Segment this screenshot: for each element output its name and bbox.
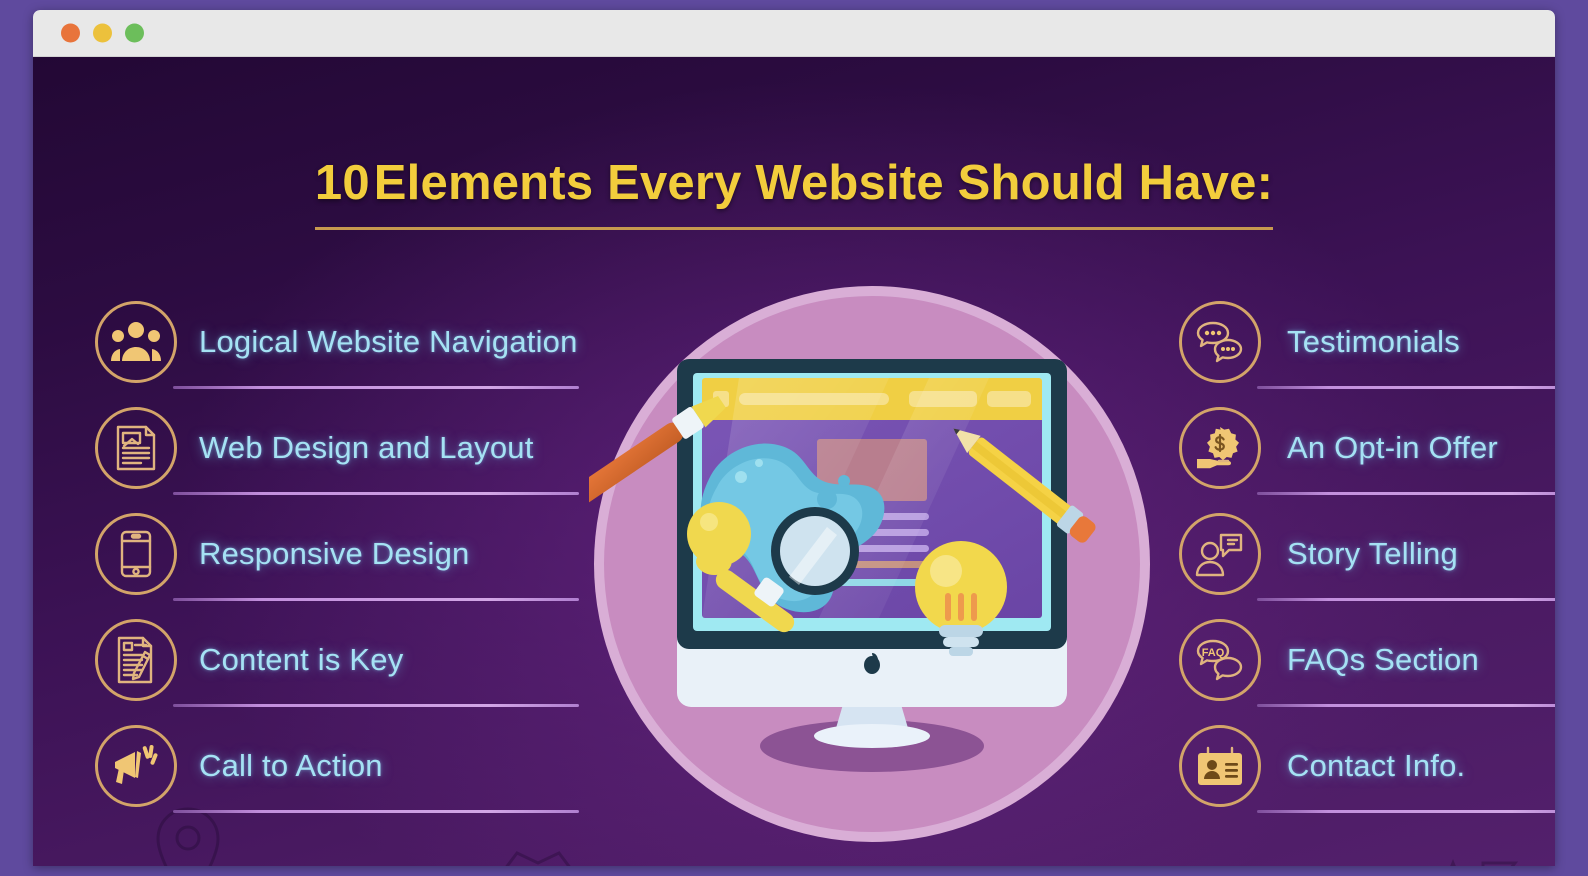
page-title: 10Elements Every Website Should Have: bbox=[33, 155, 1555, 230]
contact-card-icon bbox=[1179, 725, 1261, 807]
list-item[interactable]: Web Design and Layout bbox=[95, 395, 579, 501]
shapes-icon bbox=[1433, 857, 1529, 866]
screenshot-root: 10Elements Every Website Should Have: Lo… bbox=[0, 0, 1588, 876]
list-item[interactable]: Responsive Design bbox=[95, 501, 579, 607]
bulb-base-3 bbox=[949, 647, 973, 656]
heading-text: 10Elements Every Website Should Have: bbox=[314, 155, 1274, 230]
list-item[interactable]: Story Telling bbox=[1179, 501, 1555, 607]
list-item[interactable]: FAQ FAQs Section bbox=[1179, 607, 1555, 713]
right-item-list: Testimonials An Opt-in Offer Story Telli… bbox=[1179, 289, 1555, 819]
list-item[interactable]: Call to Action bbox=[95, 713, 579, 819]
list-item-label: Content is Key bbox=[199, 642, 404, 677]
list-item-label: Contact Info. bbox=[1287, 748, 1466, 783]
shirt-icon bbox=[503, 847, 573, 866]
window-titlebar bbox=[33, 10, 1555, 57]
bulb-base-1 bbox=[939, 625, 983, 637]
item-divider bbox=[1257, 492, 1555, 495]
list-item[interactable]: Content is Key bbox=[95, 607, 579, 713]
list-item-label: Call to Action bbox=[199, 748, 383, 783]
item-divider bbox=[1257, 598, 1555, 601]
item-divider bbox=[1257, 704, 1555, 707]
item-divider bbox=[173, 810, 579, 813]
faq-bubbles-icon: FAQ bbox=[1179, 619, 1261, 701]
list-item[interactable]: An Opt-in Offer bbox=[1179, 395, 1555, 501]
close-button[interactable] bbox=[61, 23, 80, 43]
monitor-base bbox=[814, 724, 930, 748]
list-item[interactable]: Logical Website Navigation bbox=[95, 289, 579, 395]
list-item-label: Story Telling bbox=[1287, 536, 1458, 571]
heading-number: 10 bbox=[314, 156, 370, 210]
faq-glyph: FAQ bbox=[1202, 647, 1225, 659]
splash-drop-1 bbox=[817, 489, 837, 509]
bulb-base-2 bbox=[943, 637, 979, 647]
bulb-glare bbox=[930, 555, 962, 587]
list-item-label: An Opt-in Offer bbox=[1287, 430, 1498, 465]
people-group-icon bbox=[95, 301, 177, 383]
item-divider bbox=[1257, 810, 1555, 813]
megaphone-icon bbox=[95, 725, 177, 807]
maximize-button[interactable] bbox=[125, 23, 144, 43]
document-pen-icon bbox=[95, 619, 177, 701]
item-divider bbox=[173, 598, 579, 601]
left-item-list: Logical Website Navigation Web Design an… bbox=[95, 289, 579, 819]
layout-page-icon bbox=[95, 407, 177, 489]
item-divider bbox=[173, 704, 579, 707]
item-divider bbox=[173, 492, 579, 495]
item-divider bbox=[173, 386, 579, 389]
list-item[interactable]: Contact Info. bbox=[1179, 713, 1555, 819]
hand-money-badge-icon bbox=[1179, 407, 1261, 489]
heading-rest: Elements Every Website Should Have: bbox=[373, 156, 1274, 210]
traffic-lights bbox=[61, 23, 144, 43]
smartphone-icon bbox=[95, 513, 177, 595]
bulb-filament bbox=[945, 593, 977, 621]
speech-bubbles-icon bbox=[1179, 301, 1261, 383]
list-item-label: FAQs Section bbox=[1287, 642, 1479, 677]
item-divider bbox=[1257, 386, 1555, 389]
person-story-icon bbox=[1179, 513, 1261, 595]
desktop-computer-web-design-illustration bbox=[589, 281, 1155, 847]
minimize-button[interactable] bbox=[93, 23, 112, 43]
splash-gloss-1 bbox=[735, 471, 747, 483]
list-item-label: Responsive Design bbox=[199, 536, 470, 571]
list-item-label: Testimonials bbox=[1287, 324, 1460, 359]
infographic-canvas: 10Elements Every Website Should Have: Lo… bbox=[33, 57, 1555, 866]
splash-gloss-2 bbox=[755, 459, 763, 467]
list-item-label: Web Design and Layout bbox=[199, 430, 534, 465]
splash-drop-2 bbox=[838, 475, 850, 487]
browser-window: 10Elements Every Website Should Have: Lo… bbox=[33, 10, 1555, 866]
list-item-label: Logical Website Navigation bbox=[199, 324, 578, 359]
list-item[interactable]: Testimonials bbox=[1179, 289, 1555, 395]
